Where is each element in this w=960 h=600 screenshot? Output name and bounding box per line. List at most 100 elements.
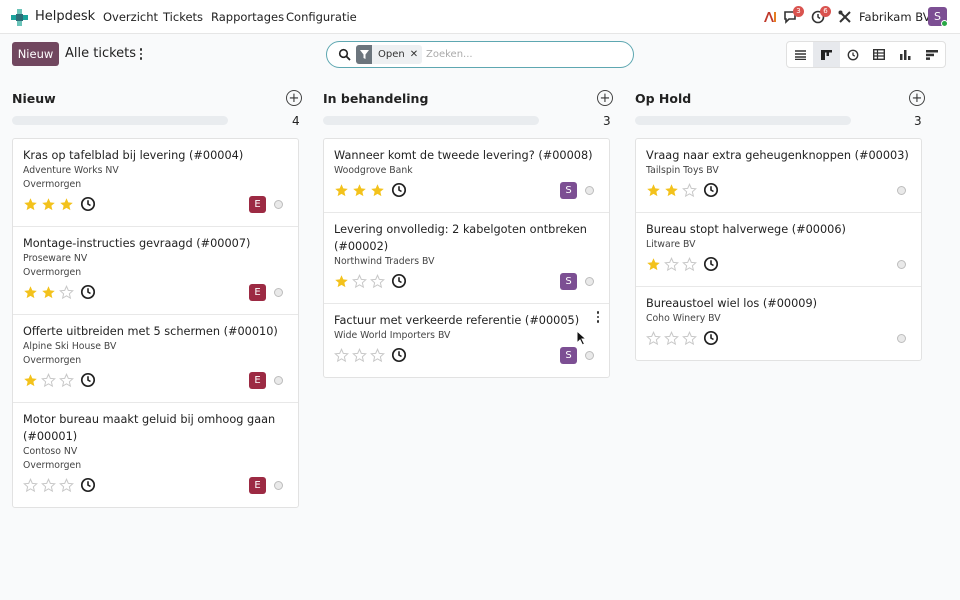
plus-icon[interactable]: +	[909, 90, 925, 106]
kanban-state-dot[interactable]	[585, 351, 594, 360]
kanban-state-dot[interactable]	[897, 260, 906, 269]
tools-icon[interactable]	[837, 9, 853, 25]
kanban-state-dot[interactable]	[585, 277, 594, 286]
column-progress-bar[interactable]	[635, 116, 851, 125]
star-icon[interactable]	[59, 285, 74, 300]
plus-icon[interactable]: +	[286, 90, 302, 106]
priority-stars[interactable]	[646, 257, 697, 272]
star-icon[interactable]	[664, 257, 679, 272]
star-icon[interactable]	[334, 274, 349, 289]
star-icon[interactable]	[352, 348, 367, 363]
ticket-card[interactable]: Levering onvolledig: 2 kabelgoten ontbre…	[324, 213, 609, 304]
star-icon[interactable]	[682, 183, 697, 198]
search-icon[interactable]	[338, 48, 351, 61]
star-icon[interactable]	[334, 183, 349, 198]
column-title-in-behandeling[interactable]: In behandeling	[323, 91, 428, 106]
clock-icon[interactable]	[80, 196, 96, 212]
priority-stars[interactable]	[646, 331, 697, 346]
clock-icon[interactable]	[391, 182, 407, 198]
ai-icon[interactable]	[762, 9, 778, 25]
card-dropdown-icon[interactable]	[593, 310, 603, 324]
star-icon[interactable]	[370, 348, 385, 363]
ticket-card[interactable]: Bureaustoel wiel los (#00009) Coho Winery…	[636, 287, 921, 360]
kanban-state-dot[interactable]	[274, 288, 283, 297]
star-icon[interactable]	[664, 331, 679, 346]
clock-icon[interactable]	[80, 477, 96, 493]
activity-view-icon[interactable]	[840, 42, 866, 67]
actions-menu-icon[interactable]	[135, 46, 147, 62]
priority-stars[interactable]	[334, 348, 385, 363]
star-icon[interactable]	[664, 183, 679, 198]
clock-icon[interactable]	[703, 330, 719, 346]
column-title-op-hold[interactable]: Op Hold	[635, 91, 691, 106]
kanban-view-icon[interactable]	[813, 42, 840, 67]
star-icon[interactable]	[59, 373, 74, 388]
clock-icon[interactable]	[703, 182, 719, 198]
kanban-state-dot[interactable]	[274, 376, 283, 385]
star-icon[interactable]	[682, 331, 697, 346]
pivot-view-icon[interactable]	[866, 42, 892, 67]
graph-view-icon[interactable]	[892, 42, 918, 67]
ticket-card[interactable]: Montage-instructies gevraagd (#00007) Pro…	[13, 227, 298, 315]
star-icon[interactable]	[23, 197, 38, 212]
star-icon[interactable]	[41, 197, 56, 212]
plus-icon[interactable]: +	[597, 90, 613, 106]
app-name[interactable]: Helpdesk	[35, 9, 95, 24]
kanban-state-dot[interactable]	[585, 186, 594, 195]
assignee-avatar[interactable]: E	[249, 372, 266, 389]
priority-stars[interactable]	[23, 373, 74, 388]
star-icon[interactable]	[352, 183, 367, 198]
menu-overzicht[interactable]: Overzicht	[103, 10, 158, 24]
star-icon[interactable]	[646, 331, 661, 346]
ticket-card[interactable]: Motor bureau maakt geluid bij omhoog gaa…	[13, 403, 298, 507]
assignee-avatar[interactable]: E	[249, 284, 266, 301]
star-icon[interactable]	[334, 348, 349, 363]
priority-stars[interactable]	[334, 274, 385, 289]
star-icon[interactable]	[41, 285, 56, 300]
assignee-avatar[interactable]: S	[560, 347, 577, 364]
helpdesk-logo-icon[interactable]	[11, 9, 28, 26]
kanban-state-dot[interactable]	[274, 200, 283, 209]
assignee-avatar[interactable]: E	[249, 477, 266, 494]
clock-icon[interactable]	[391, 273, 407, 289]
close-icon[interactable]: ✕	[410, 49, 422, 60]
kanban-state-dot[interactable]	[897, 334, 906, 343]
assignee-avatar[interactable]: E	[249, 196, 266, 213]
search-input[interactable]	[426, 47, 616, 62]
star-icon[interactable]	[646, 257, 661, 272]
kanban-state-dot[interactable]	[274, 481, 283, 490]
kanban-state-dot[interactable]	[897, 186, 906, 195]
star-icon[interactable]	[23, 373, 38, 388]
clock-icon[interactable]	[80, 284, 96, 300]
menu-tickets[interactable]: Tickets	[163, 10, 203, 24]
star-icon[interactable]	[646, 183, 661, 198]
ticket-card[interactable]: Offerte uitbreiden met 5 schermen (#0001…	[13, 315, 298, 403]
column-title-nieuw[interactable]: Nieuw	[12, 91, 56, 106]
star-icon[interactable]	[59, 197, 74, 212]
assignee-avatar[interactable]: S	[560, 273, 577, 290]
clock-icon[interactable]	[391, 347, 407, 363]
list-view-icon[interactable]	[787, 42, 813, 67]
priority-stars[interactable]	[23, 285, 74, 300]
star-icon[interactable]	[23, 478, 38, 493]
ticket-card[interactable]: Wanneer komt de tweede levering? (#00008…	[324, 139, 609, 213]
star-icon[interactable]	[23, 285, 38, 300]
star-icon[interactable]	[370, 183, 385, 198]
clock-icon[interactable]	[703, 256, 719, 272]
priority-stars[interactable]	[23, 197, 74, 212]
star-icon[interactable]	[59, 478, 74, 493]
filter-facet[interactable]: Open ✕	[356, 45, 423, 64]
priority-stars[interactable]	[334, 183, 385, 198]
menu-configuratie[interactable]: Configuratie	[286, 10, 357, 24]
ticket-card[interactable]: Factuur met verkeerde referentie (#00005…	[324, 304, 609, 377]
priority-stars[interactable]	[23, 478, 74, 493]
assignee-avatar[interactable]: S	[560, 182, 577, 199]
star-icon[interactable]	[682, 257, 697, 272]
star-icon[interactable]	[41, 373, 56, 388]
star-icon[interactable]	[41, 478, 56, 493]
column-progress-bar[interactable]	[12, 116, 228, 125]
menu-rapportages[interactable]: Rapportages	[211, 10, 284, 24]
ticket-card[interactable]: Kras op tafelblad bij levering (#00004) A…	[13, 139, 298, 227]
priority-stars[interactable]	[646, 183, 697, 198]
cohort-view-icon[interactable]	[919, 42, 945, 67]
